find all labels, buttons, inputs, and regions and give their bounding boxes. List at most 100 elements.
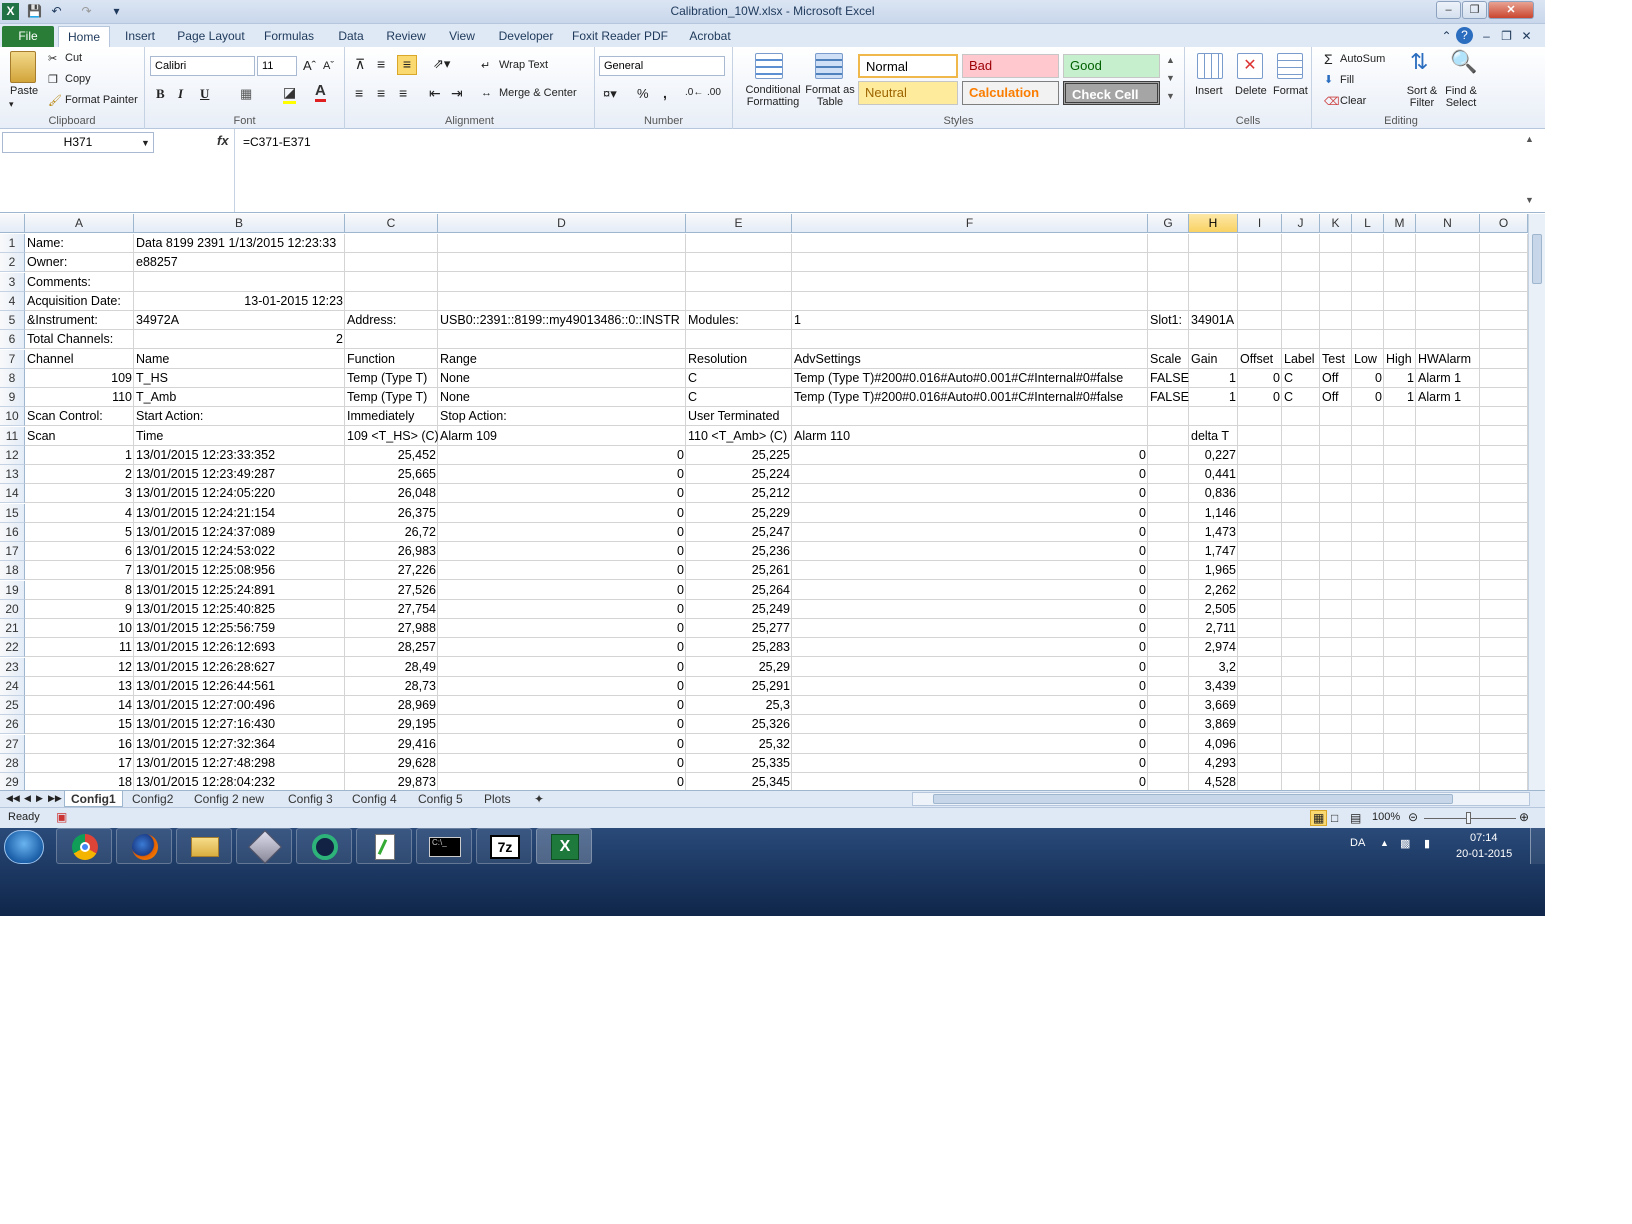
row-header[interactable]: 1 [0,234,25,253]
cell-a1[interactable]: Name: [25,234,66,253]
cell-d27[interactable]: 0 [438,735,686,754]
wrap-text-button[interactable]: Wrap Text [499,59,548,71]
tab-insert[interactable]: Insert [114,26,166,47]
cell-d18[interactable]: 0 [438,561,686,580]
cell-d5[interactable]: USB0::2391::8199::my49013486::0::INSTR [438,311,682,330]
cell-b14[interactable]: 13/01/2015 12:24:05:220 [134,484,277,503]
cell-a2[interactable]: Owner: [25,253,69,272]
cell-a10[interactable]: Scan Control: [25,407,105,426]
cell-h23[interactable]: 3,2 [1189,658,1238,677]
cell-m7[interactable]: High [1384,350,1414,369]
cell-c23[interactable]: 28,49 [345,658,438,677]
cell-a19[interactable]: 8 [25,581,134,600]
cell-e11[interactable]: 110 <T_Amb> (C) [686,427,789,446]
chrome-icon[interactable] [56,828,112,864]
cell-h8[interactable]: 1 [1189,369,1238,388]
insert-cells-icon[interactable] [1197,53,1223,79]
cell-d28[interactable]: 0 [438,754,686,773]
cell-d11[interactable]: Alarm 109 [438,427,499,446]
align-top-icon[interactable]: ⊼ [355,56,365,73]
cell-b23[interactable]: 13/01/2015 12:26:28:627 [134,658,277,677]
sheet-tab-config-2-new[interactable]: Config 2 new [188,791,270,807]
close-icon[interactable]: ✕ [1488,1,1534,19]
cell-c22[interactable]: 28,257 [345,638,438,657]
cell-c19[interactable]: 27,526 [345,581,438,600]
sheet-tab-config2[interactable]: Config2 [126,791,179,807]
cell-h7[interactable]: Gain [1189,350,1219,369]
cell-k7[interactable]: Test [1320,350,1347,369]
styles-scroll-down-icon[interactable]: ▼ [1166,73,1175,83]
cell-i7[interactable]: Offset [1238,350,1275,369]
row-header[interactable]: 11 [0,427,25,446]
align-right-icon[interactable]: ≡ [399,85,407,101]
cell-m9[interactable]: 1 [1384,388,1416,407]
fill-color-icon[interactable]: ◪ [283,84,297,104]
column-header-l[interactable]: L [1352,214,1384,233]
format-as-table-icon[interactable] [815,53,843,79]
style-normal[interactable]: Normal [858,54,958,78]
cell-c13[interactable]: 25,665 [345,465,438,484]
cell-l8[interactable]: 0 [1352,369,1384,388]
cell-a9[interactable]: 110 [25,388,134,407]
cell-j8[interactable]: C [1282,369,1295,388]
cell-b9[interactable]: T_Amb [134,388,178,407]
cell-b8[interactable]: T_HS [134,369,170,388]
column-header-n[interactable]: N [1416,214,1480,233]
firefox-icon[interactable] [116,828,172,864]
cell-d13[interactable]: 0 [438,465,686,484]
cell-f14[interactable]: 0 [792,484,1148,503]
row-header[interactable]: 28 [0,754,25,773]
cell-f23[interactable]: 0 [792,658,1148,677]
restore-icon[interactable]: ❐ [1462,1,1487,19]
styles-more-icon[interactable]: ▼ [1166,91,1175,101]
insert-button[interactable]: Insert [1195,85,1223,97]
fill-icon[interactable]: ⬇ [1324,73,1333,86]
cell-a27[interactable]: 16 [25,735,134,754]
cell-c11[interactable]: 109 <T_HS> (C) [345,427,441,446]
row-header[interactable]: 16 [0,523,25,542]
cell-d22[interactable]: 0 [438,638,686,657]
cell-e18[interactable]: 25,261 [686,561,792,580]
tab-foxit[interactable]: Foxit Reader PDF [568,26,672,47]
cell-c29[interactable]: 29,873 [345,773,438,790]
cell-e29[interactable]: 25,345 [686,773,792,790]
row-header[interactable]: 9 [0,388,25,407]
cell-c28[interactable]: 29,628 [345,754,438,773]
cell-d15[interactable]: 0 [438,504,686,523]
paste-dropdown-icon[interactable]: ▾ [9,99,14,110]
cell-f17[interactable]: 0 [792,542,1148,561]
bold-button[interactable]: B [156,86,165,102]
cell-h9[interactable]: 1 [1189,388,1238,407]
cell-f13[interactable]: 0 [792,465,1148,484]
cell-b7[interactable]: Name [134,350,171,369]
cell-h11[interactable]: delta T [1189,427,1231,446]
cell-n8[interactable]: Alarm 1 [1416,369,1463,388]
insert-function-icon[interactable]: fx [217,133,229,148]
cut-button[interactable]: Cut [65,52,82,64]
copy-icon[interactable]: ❐ [48,73,58,86]
cell-g8[interactable]: FALSE [1148,369,1191,388]
column-header-i[interactable]: I [1238,214,1282,233]
cell-a14[interactable]: 3 [25,484,134,503]
cell-a17[interactable]: 6 [25,542,134,561]
cell-f11[interactable]: Alarm 110 [792,427,852,446]
cell-c24[interactable]: 28,73 [345,677,438,696]
row-header[interactable]: 25 [0,696,25,715]
cell-h16[interactable]: 1,473 [1189,523,1238,542]
cell-b27[interactable]: 13/01/2015 12:27:32:364 [134,735,277,754]
cell-h24[interactable]: 3,439 [1189,677,1238,696]
decrease-decimal-icon[interactable]: .00 [707,87,721,98]
cell-a12[interactable]: 1 [25,446,134,465]
tab-view[interactable]: View [440,26,484,47]
autosum-icon[interactable]: Σ [1324,51,1333,67]
row-header[interactable]: 29 [0,773,25,790]
cell-f19[interactable]: 0 [792,581,1148,600]
sheet-tab-config-4[interactable]: Config 4 [346,791,403,807]
tab-developer[interactable]: Developer [494,26,558,47]
cell-f24[interactable]: 0 [792,677,1148,696]
cell-a18[interactable]: 7 [25,561,134,580]
tab-acrobat[interactable]: Acrobat [682,26,738,47]
cell-k8[interactable]: Off [1320,369,1340,388]
column-header-d[interactable]: D [438,214,686,233]
cell-d12[interactable]: 0 [438,446,686,465]
